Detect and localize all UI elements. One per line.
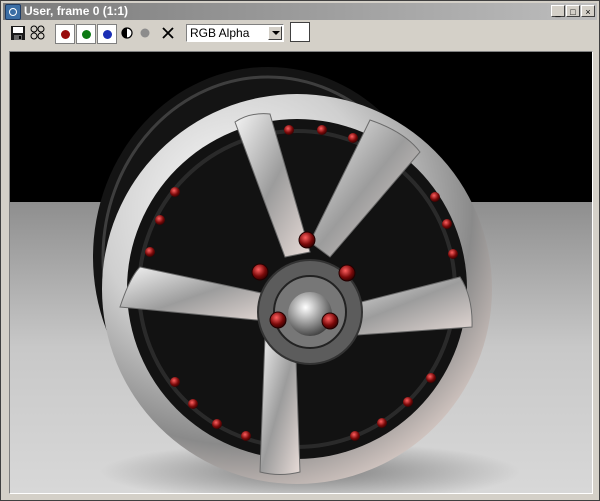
alpha-icon [140,28,150,38]
green-channel-button[interactable] [76,24,96,44]
red-channel-icon [61,30,70,39]
green-channel-icon [82,30,91,39]
mono-icon [121,27,133,39]
mono-button[interactable] [120,24,134,44]
clone-button[interactable] [29,24,47,44]
restore-button[interactable]: □ [566,5,580,17]
channel-display-value: RGB Alpha [190,26,250,40]
blue-channel-icon [103,30,112,39]
clone-icon [30,25,45,40]
render-frame-window: User, frame 0 (1:1) _ □ × RGB Alpha [0,0,600,501]
app-icon[interactable] [5,4,21,20]
color-swatch[interactable] [290,22,310,42]
red-channel-button[interactable] [55,24,75,44]
close-button[interactable]: × [581,5,595,17]
toolbar: RGB Alpha [3,21,597,47]
minimize-button[interactable]: _ [551,5,565,17]
save-button[interactable] [10,24,26,44]
title-bar[interactable]: User, frame 0 (1:1) _ □ × [3,3,597,20]
blue-channel-button[interactable] [97,24,117,44]
clear-button[interactable] [160,24,176,44]
chevron-down-icon[interactable] [268,26,282,40]
save-icon [11,26,25,40]
render-viewport [9,51,593,494]
clear-icon [162,27,174,39]
wheel-render-image [10,52,592,493]
channel-display-dropdown[interactable]: RGB Alpha [186,24,284,42]
alpha-button[interactable] [138,24,152,44]
window-title: User, frame 0 (1:1) [24,4,129,18]
